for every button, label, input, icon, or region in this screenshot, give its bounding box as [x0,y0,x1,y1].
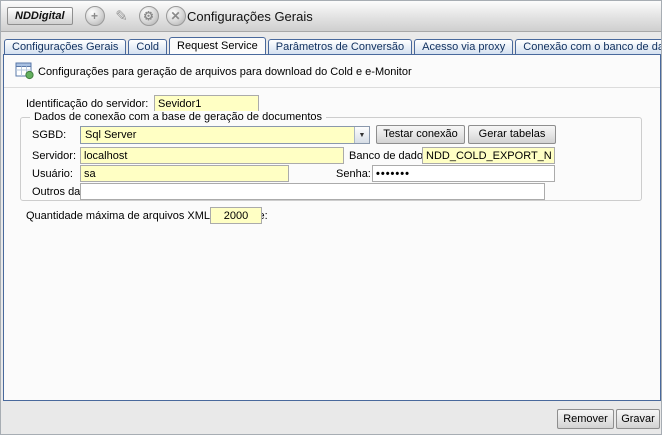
nddigital-logo: NDDigital [7,7,73,25]
connection-group-title: Dados de conexão com a base de geração d… [30,111,326,123]
servidor-label: Servidor: [32,150,76,162]
gear-circle-icon[interactable]: ⚙ [139,6,159,26]
usuario-input[interactable] [80,165,289,182]
gravar-button[interactable]: Gravar [616,409,660,429]
max-xml-input[interactable] [210,207,262,224]
testar-conexao-button[interactable]: Testar conexão [376,125,465,144]
tab-cold[interactable]: Cold [128,39,167,54]
server-id-label: Identificação do servidor: [26,98,148,110]
tab-parametros-conversao[interactable]: Parâmetros de Conversão [268,39,412,54]
close-circle-icon[interactable]: ✕ [166,6,186,26]
header-divider [4,87,660,88]
senha-input[interactable] [372,165,555,182]
server-id-input[interactable] [154,95,259,112]
remover-button[interactable]: Remover [557,409,614,429]
outros-dados-input[interactable] [80,183,545,200]
servidor-input[interactable] [80,147,344,164]
tab-acesso-via-proxy[interactable]: Acesso via proxy [414,39,513,54]
sgbd-label: SGBD: [32,129,66,141]
banco-dados-input[interactable] [422,147,555,164]
add-circle-icon[interactable]: + [85,6,105,26]
usuario-label: Usuário: [32,168,73,180]
app-window: NDDigital + ✎ ⚙ ✕ Configurações Gerais C… [0,0,662,435]
request-service-panel: Configurações para geração de arquivos p… [3,54,661,401]
gerar-tabelas-button[interactable]: Gerar tabelas [468,125,556,144]
banco-dados-label: Banco de dados: [349,150,432,162]
senha-label: Senha: [336,168,371,180]
tab-strip: Configurações Gerais Cold Request Servic… [4,37,661,54]
toolbar: NDDigital + ✎ ⚙ ✕ Configurações Gerais [1,1,661,32]
sgbd-combo[interactable]: Sql Server ▼ [80,126,370,144]
chevron-down-icon[interactable]: ▼ [354,127,369,143]
pen-icon[interactable]: ✎ [112,6,132,26]
panel-description: Configurações para geração de arquivos p… [38,66,412,78]
tab-configuracoes-gerais[interactable]: Configurações Gerais [4,39,126,54]
toolbar-icons: + ✎ ⚙ ✕ [85,6,186,26]
tab-request-service[interactable]: Request Service [169,37,266,54]
tab-conexao-banco-dados[interactable]: Conexão com o banco de dados [515,39,661,54]
page-title: Configurações Gerais [187,9,313,24]
sgbd-selected-value: Sql Server [81,127,354,143]
spreadsheet-icon [15,61,34,83]
